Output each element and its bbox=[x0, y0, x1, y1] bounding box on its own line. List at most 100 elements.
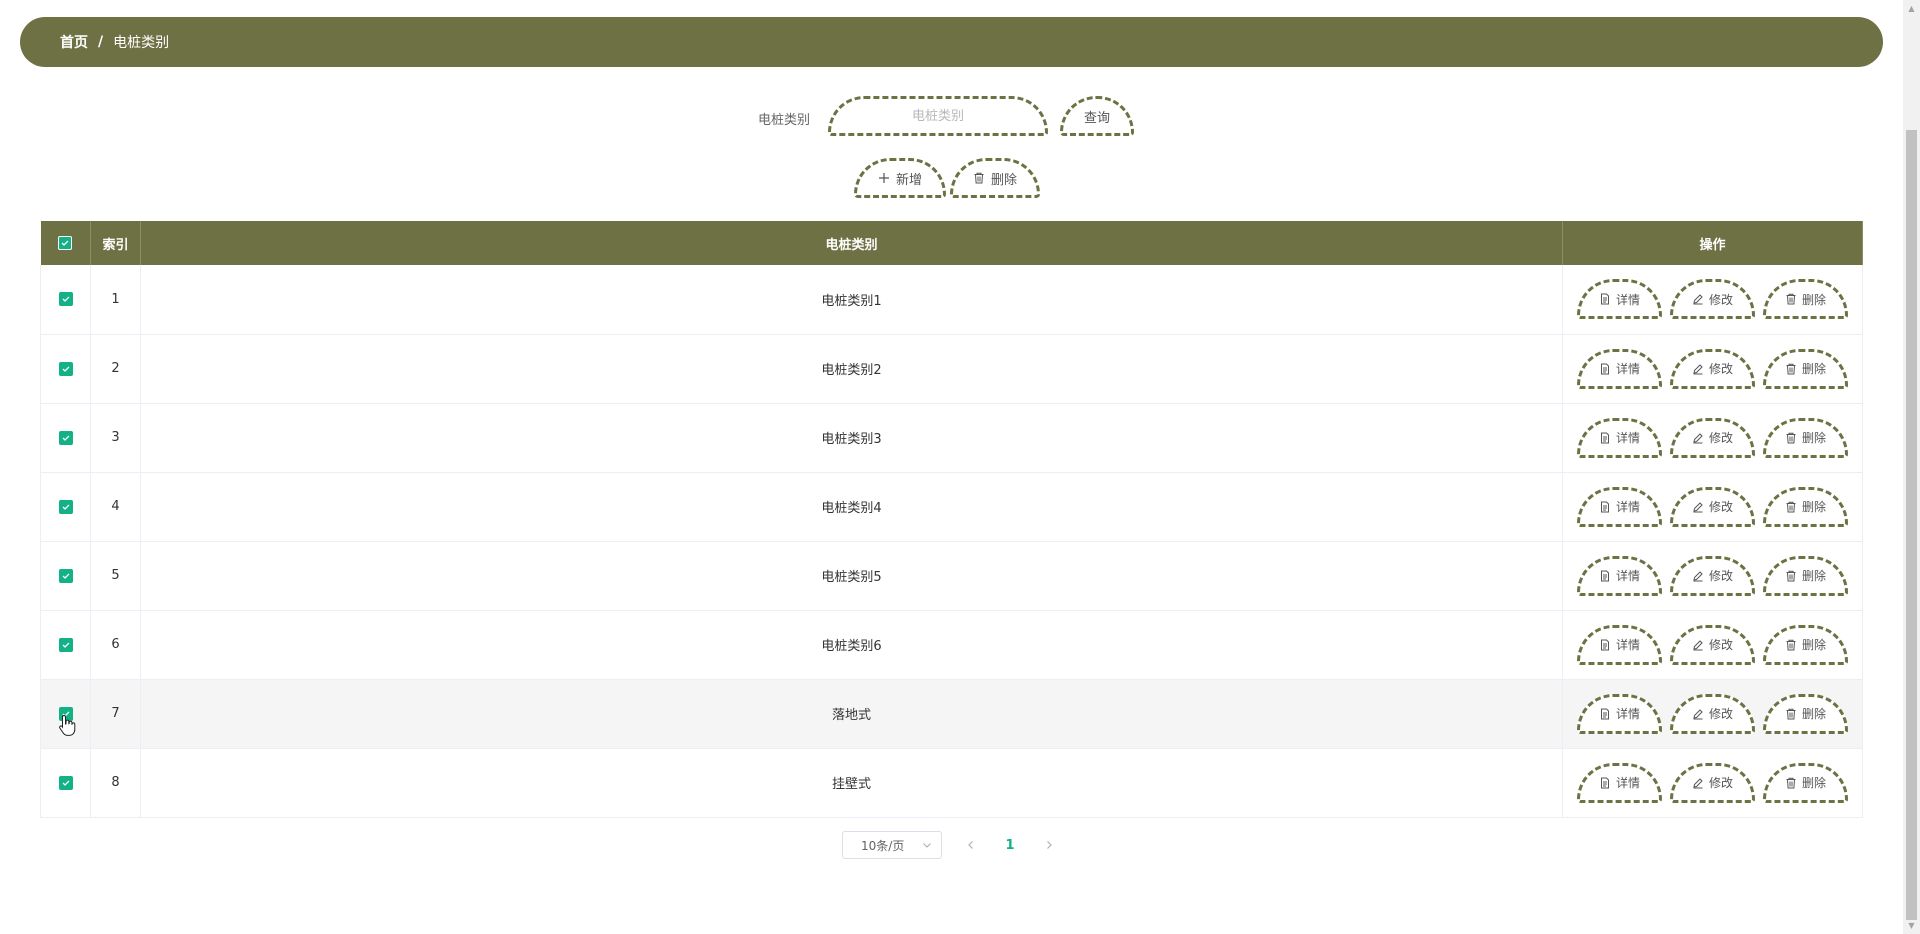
edit-button[interactable]: 修改 bbox=[1670, 417, 1755, 458]
delete-button[interactable]: 删除 bbox=[1763, 762, 1848, 803]
detail-button[interactable]: 详情 bbox=[1577, 417, 1662, 458]
document-icon bbox=[1599, 569, 1612, 582]
check-icon bbox=[61, 240, 69, 246]
document-icon bbox=[1599, 500, 1612, 513]
delete-button[interactable]: 删除 bbox=[1763, 486, 1848, 527]
detail-button[interactable]: 详情 bbox=[1577, 624, 1662, 665]
detail-button[interactable]: 详情 bbox=[1577, 279, 1662, 320]
edit-button[interactable]: 修改 bbox=[1670, 486, 1755, 527]
row-category: 电桩类别4 bbox=[140, 472, 1563, 542]
pencil-icon bbox=[1692, 362, 1705, 375]
select-all-checkbox[interactable] bbox=[58, 236, 73, 250]
trash-icon bbox=[1785, 431, 1798, 444]
delete-button[interactable]: 删除 bbox=[1763, 417, 1848, 458]
check-icon bbox=[62, 780, 69, 786]
page-number-current[interactable]: 1 bbox=[1000, 838, 1020, 853]
detail-button[interactable]: 详情 bbox=[1577, 486, 1662, 527]
edit-label: 修改 bbox=[1708, 362, 1733, 376]
delete-label: 删除 bbox=[1801, 638, 1826, 652]
trash-icon bbox=[1785, 569, 1798, 582]
document-icon bbox=[1599, 776, 1612, 789]
detail-label: 详情 bbox=[1615, 707, 1640, 721]
edit-button[interactable]: 修改 bbox=[1670, 624, 1755, 665]
detail-button[interactable]: 详情 bbox=[1577, 555, 1662, 596]
table-row: 4 电桩类别4 详情 修改 删除 bbox=[40, 472, 1863, 542]
delete-button[interactable]: 删除 bbox=[1763, 693, 1848, 734]
page-size-select[interactable]: 10条/页 bbox=[842, 831, 942, 859]
delete-label: 删除 bbox=[1801, 292, 1826, 307]
batch-delete-button[interactable]: 删除 bbox=[950, 158, 1040, 198]
row-ops-cell: 详情 修改 删除 bbox=[1562, 472, 1863, 542]
table-row: 8 挂壁式 详情 修改 删除 bbox=[40, 748, 1863, 818]
row-select-cell bbox=[40, 748, 91, 818]
table-row: 2 电桩类别2 详情 修改 删除 bbox=[40, 334, 1863, 404]
row-category: 电桩类别3 bbox=[140, 403, 1563, 473]
edit-button[interactable]: 修改 bbox=[1670, 693, 1755, 734]
row-ops-cell: 详情 修改 删除 bbox=[1562, 748, 1863, 818]
delete-label: 删除 bbox=[1801, 362, 1826, 376]
detail-label: 详情 bbox=[1615, 431, 1640, 445]
row-checkbox[interactable] bbox=[58, 568, 73, 583]
scroll-down-icon[interactable]: ▼ bbox=[1903, 917, 1920, 934]
check-icon bbox=[62, 296, 69, 303]
row-checkbox[interactable] bbox=[58, 775, 73, 790]
row-index: 2 bbox=[90, 334, 141, 404]
document-icon bbox=[1599, 707, 1612, 720]
row-category: 电桩类别1 bbox=[140, 265, 1563, 335]
header-select-all[interactable] bbox=[40, 221, 91, 265]
add-button[interactable]: 新增 bbox=[854, 158, 946, 198]
check-icon bbox=[62, 504, 69, 510]
edit-button[interactable]: 修改 bbox=[1670, 555, 1755, 596]
check-icon bbox=[62, 366, 69, 372]
header-category: 电桩类别 bbox=[140, 221, 1563, 265]
edit-button[interactable]: 修改 bbox=[1670, 348, 1755, 389]
delete-button[interactable]: 删除 bbox=[1763, 555, 1848, 596]
row-checkbox[interactable] bbox=[58, 499, 73, 514]
next-page-button[interactable] bbox=[1034, 839, 1064, 852]
detail-button[interactable]: 详情 bbox=[1577, 762, 1662, 803]
edit-label: 修改 bbox=[1708, 707, 1733, 721]
row-index: 6 bbox=[90, 610, 141, 680]
trash-icon bbox=[1785, 707, 1798, 720]
table-row: 7 落地式 详情 修改 删除 bbox=[40, 679, 1863, 749]
plus-icon bbox=[878, 172, 891, 185]
pencil-icon bbox=[1692, 707, 1705, 720]
edit-button[interactable]: 修改 bbox=[1670, 762, 1755, 803]
chevron-left-icon bbox=[965, 839, 978, 852]
page-size-value: 10条/页 bbox=[861, 838, 905, 853]
pagination: 10条/页 1 bbox=[842, 830, 1064, 860]
row-index: 4 bbox=[90, 472, 141, 542]
delete-button[interactable]: 删除 bbox=[1763, 348, 1848, 389]
delete-button[interactable]: 删除 bbox=[1763, 279, 1848, 320]
detail-button[interactable]: 详情 bbox=[1577, 693, 1662, 734]
row-checkbox[interactable] bbox=[58, 361, 73, 376]
row-category: 挂壁式 bbox=[140, 748, 1563, 818]
query-button[interactable]: 查询 bbox=[1060, 96, 1134, 136]
row-ops-cell: 详情 修改 删除 bbox=[1562, 679, 1863, 749]
prev-page-button[interactable] bbox=[956, 839, 986, 852]
trash-icon bbox=[1785, 500, 1798, 513]
row-checkbox[interactable] bbox=[58, 292, 73, 307]
row-category: 电桩类别2 bbox=[140, 334, 1563, 404]
delete-button[interactable]: 删除 bbox=[1763, 624, 1848, 665]
detail-button[interactable]: 详情 bbox=[1577, 348, 1662, 389]
delete-label: 删除 bbox=[1801, 500, 1826, 514]
delete-label: 删除 bbox=[1801, 569, 1826, 583]
scrollbar-thumb[interactable] bbox=[1906, 130, 1917, 920]
row-checkbox[interactable] bbox=[58, 637, 73, 652]
row-category: 电桩类别5 bbox=[140, 541, 1563, 611]
trash-icon bbox=[973, 172, 986, 185]
row-checkbox[interactable] bbox=[58, 430, 73, 445]
edit-label: 修改 bbox=[1708, 292, 1733, 307]
delete-label: 删除 bbox=[1801, 707, 1826, 721]
search-input[interactable] bbox=[828, 96, 1048, 136]
detail-label: 详情 bbox=[1615, 292, 1640, 307]
pencil-icon bbox=[1692, 500, 1705, 513]
pencil-icon bbox=[1692, 776, 1705, 789]
breadcrumb-home[interactable]: 首页 bbox=[60, 32, 88, 52]
breadcrumb: 首页 / 电桩类别 bbox=[20, 17, 1883, 67]
scroll-up-icon[interactable]: ▲ bbox=[1903, 0, 1920, 17]
trash-icon bbox=[1785, 293, 1798, 306]
edit-button[interactable]: 修改 bbox=[1670, 279, 1755, 320]
page-scrollbar[interactable]: ▲ ▼ bbox=[1903, 0, 1920, 934]
